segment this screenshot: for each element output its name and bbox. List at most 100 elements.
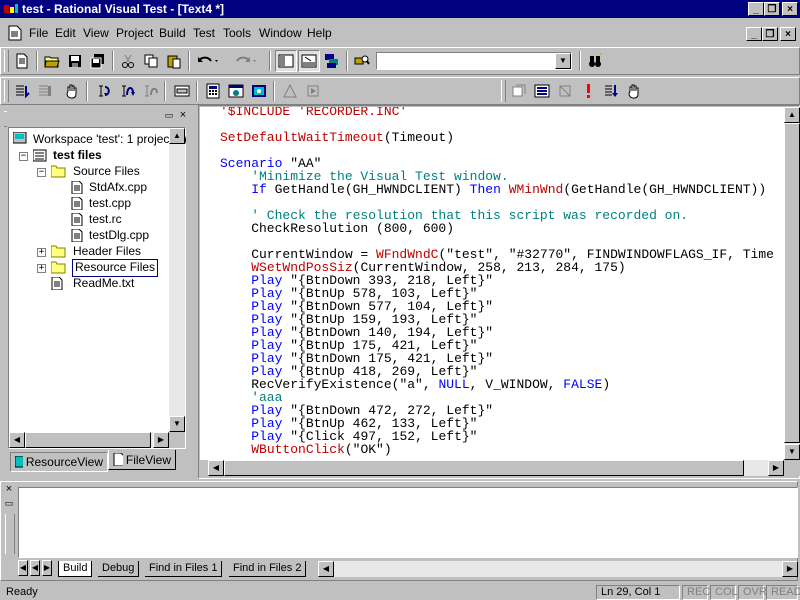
tab-prev-icon[interactable]: ◀	[30, 560, 40, 576]
scroll-left-icon[interactable]: ◀	[318, 561, 334, 577]
output-tab-find1[interactable]: Find in Files 1	[145, 561, 223, 577]
scroll-right-icon[interactable]: ▶	[782, 561, 798, 577]
expand-resource-icon[interactable]: +	[37, 264, 46, 273]
find-in-files-icon[interactable]	[351, 50, 373, 72]
code-line[interactable]: WButtonClick("OK")	[220, 443, 774, 456]
tree-file-test-rc[interactable]: test.rc	[89, 211, 122, 227]
exclamation-icon[interactable]	[577, 80, 599, 102]
split-box[interactable]	[200, 460, 208, 476]
output-toggle-icon[interactable]	[298, 50, 320, 72]
editor-vscroll[interactable]: ▲ ▼	[784, 107, 800, 460]
code-line[interactable]: RecVerifyExistence("a", NULL, V_WINDOW, …	[220, 378, 774, 391]
tree-readme[interactable]: ReadMe.txt	[73, 275, 134, 291]
editor-hscroll-thumb[interactable]	[224, 460, 744, 476]
suite-icon[interactable]	[508, 80, 530, 102]
find-combo-dropdown-icon[interactable]: ▼	[555, 53, 571, 69]
build-icon[interactable]	[34, 80, 56, 102]
code-line[interactable]: If GetHandle(GH_HWNDCLIENT) Then WMinWnd…	[220, 183, 774, 196]
tree-file-test-cpp[interactable]: test.cpp	[89, 195, 131, 211]
code-text[interactable]: '$INCLUDE 'RECORDER.INC' SetDefaultWaitT…	[220, 107, 774, 456]
capture-icon[interactable]	[248, 80, 270, 102]
window-list-icon[interactable]	[321, 50, 343, 72]
go-hand-icon[interactable]	[61, 80, 83, 102]
workspace-close-button[interactable]: ×	[177, 110, 189, 122]
dialog-editor-icon[interactable]	[171, 80, 193, 102]
record-disabled-icon[interactable]	[279, 80, 301, 102]
output-text[interactable]	[18, 487, 798, 558]
scroll-up-icon[interactable]: ▲	[784, 107, 800, 123]
menu-tools[interactable]: Tools	[223, 26, 251, 40]
save-icon[interactable]	[64, 50, 86, 72]
test-case-icon[interactable]	[531, 80, 553, 102]
menu-test[interactable]: Test	[193, 26, 215, 40]
cut-icon[interactable]	[117, 50, 139, 72]
menu-edit[interactable]: Edit	[55, 26, 76, 40]
expand-header-icon[interactable]: +	[37, 248, 46, 257]
output-hscroll[interactable]: ◀ ▶	[318, 561, 798, 577]
scroll-left-icon[interactable]: ◀	[9, 432, 25, 448]
workspace-hscroll-thumb[interactable]	[25, 432, 151, 448]
menu-project[interactable]: Project	[116, 26, 153, 40]
mdi-close-button[interactable]: ×	[780, 27, 796, 41]
tree-file-stdafx[interactable]: StdAfx.cpp	[89, 179, 147, 195]
document-icon[interactable]	[8, 25, 22, 44]
title-bar[interactable]: test - Rational Visual Test - [Text4 *] …	[0, 0, 800, 18]
playback-disabled-icon[interactable]	[302, 80, 324, 102]
workspace-restore-button[interactable]: ▭	[163, 110, 175, 122]
output-tab-debug[interactable]: Debug	[98, 561, 140, 577]
menu-build[interactable]: Build	[159, 26, 186, 40]
scroll-right-icon[interactable]: ▶	[153, 432, 169, 448]
code-line[interactable]: SetDefaultWaitTimeout(Timeout)	[220, 131, 774, 144]
output-close-button[interactable]: ×	[3, 484, 15, 496]
redo-icon[interactable]	[231, 50, 261, 72]
scroll-left-icon[interactable]: ◀	[208, 460, 224, 476]
tree-project[interactable]: test files	[53, 147, 102, 163]
copy-icon[interactable]	[140, 50, 162, 72]
find-binoculars-icon[interactable]	[584, 50, 606, 72]
output-restore-button[interactable]: ▭	[3, 498, 15, 510]
paste-icon[interactable]	[163, 50, 185, 72]
tree-workspace-root[interactable]: Workspace 'test': 1 project(s)	[33, 131, 187, 147]
step-into-icon[interactable]	[93, 80, 115, 102]
open-folder-icon[interactable]	[41, 50, 63, 72]
workspace-toggle-icon[interactable]	[275, 50, 297, 72]
step-out-icon[interactable]	[139, 80, 161, 102]
tab-next-icon[interactable]: ▶	[42, 560, 52, 576]
menu-window[interactable]: Window	[259, 26, 302, 40]
hand-icon[interactable]	[623, 80, 645, 102]
undo-icon[interactable]	[193, 50, 223, 72]
step-over-icon[interactable]	[116, 80, 138, 102]
tab-resourceview[interactable]: ResourceView	[10, 452, 108, 472]
menu-help[interactable]: Help	[307, 26, 332, 40]
calculator-icon[interactable]	[202, 80, 224, 102]
toolbar-grip[interactable]	[4, 50, 9, 72]
mdi-restore-button[interactable]: ❐	[762, 27, 778, 41]
tree-file-testdlg[interactable]: testDlg.cpp	[89, 227, 149, 243]
scroll-down-icon[interactable]: ▼	[784, 444, 800, 460]
workspace-vscroll[interactable]: ▲ ▼	[169, 128, 185, 432]
editor-hscroll[interactable]: ◀ ▶	[200, 460, 784, 476]
workspace-hscroll[interactable]: ◀ ▶	[9, 432, 169, 448]
test-disabled-icon[interactable]	[554, 80, 576, 102]
mdi-minimize-button[interactable]: _	[746, 27, 762, 41]
close-button[interactable]: ×	[782, 2, 798, 16]
find-combo[interactable]: ▼	[376, 52, 572, 70]
scroll-up-icon[interactable]: ▲	[169, 128, 185, 144]
app-icon[interactable]	[3, 2, 19, 16]
minimize-button[interactable]: _	[748, 2, 764, 16]
tab-first-icon[interactable]: ◀	[18, 560, 28, 576]
restore-button[interactable]: ❐	[764, 2, 780, 16]
collapse-source-icon[interactable]: −	[37, 168, 46, 177]
new-file-icon[interactable]	[11, 50, 33, 72]
compile-icon[interactable]	[11, 80, 33, 102]
collapse-project-icon[interactable]: −	[19, 152, 28, 161]
editor-vscroll-thumb[interactable]	[784, 123, 800, 443]
code-editor[interactable]: '$INCLUDE 'RECORDER.INC' SetDefaultWaitT…	[200, 107, 784, 460]
sort-list-icon[interactable]	[600, 80, 622, 102]
save-all-icon[interactable]	[87, 50, 109, 72]
output-tab-build[interactable]: Build	[58, 561, 93, 577]
tree-source-files[interactable]: Source Files	[73, 163, 140, 179]
toolbar-grip[interactable]	[4, 80, 9, 102]
output-tab-find2[interactable]: Find in Files 2	[229, 561, 307, 577]
tree-header-files[interactable]: Header Files	[73, 243, 141, 259]
